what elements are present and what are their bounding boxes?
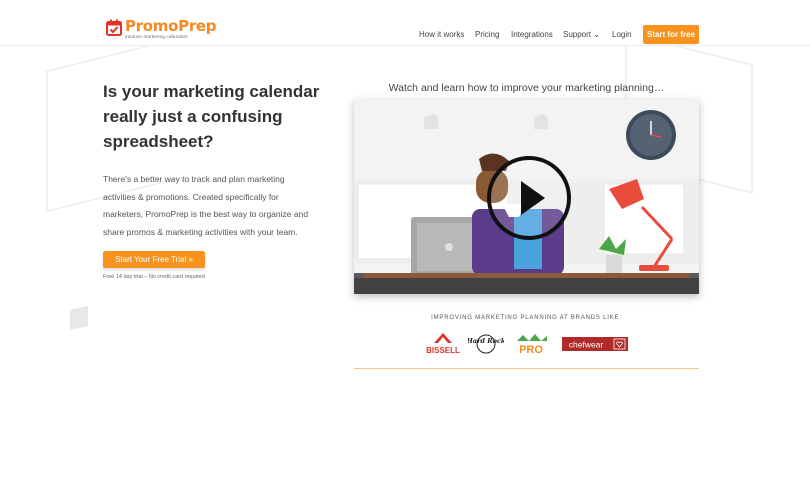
pro-logo: PRO bbox=[517, 334, 547, 356]
hard-rock-logo: Hard Rock bbox=[468, 334, 504, 354]
hero-title: Is your marketing calendar really just a… bbox=[103, 79, 343, 154]
chefwear-logo: chefwear bbox=[562, 337, 628, 351]
pro-logo-text: PRO bbox=[519, 344, 543, 356]
hero-description-line: share promos & marketing activities with… bbox=[103, 227, 298, 238]
nav-pricing[interactable]: Pricing bbox=[475, 30, 499, 39]
hero-description-line: activities & promotions. Created specifi… bbox=[103, 191, 279, 202]
clock-icon bbox=[626, 110, 676, 160]
site-header: PromoPrep intuitive marketing calendars … bbox=[0, 0, 810, 46]
video-player[interactable] bbox=[354, 99, 699, 294]
start-free-trial-button[interactable]: Start Your Free Trial » bbox=[103, 251, 205, 268]
bissell-logo: BISSELL bbox=[426, 333, 460, 355]
video-thumbnail bbox=[354, 99, 699, 294]
brand-logos: BISSELL Hard Rock PRO chefwear bbox=[420, 331, 635, 357]
nav-how-it-works[interactable]: How it works bbox=[419, 30, 464, 39]
hard-rock-logo-text: Hard Rock bbox=[468, 337, 504, 345]
nav-support[interactable]: Support ⌄ bbox=[563, 30, 600, 39]
play-icon bbox=[487, 156, 571, 240]
nav-integrations[interactable]: Integrations bbox=[511, 30, 553, 39]
hero-description: There's a better way to track and plan m… bbox=[103, 171, 329, 242]
chefwear-logo-text: chefwear bbox=[569, 340, 604, 350]
bissell-logo-text: BISSELL bbox=[426, 346, 460, 355]
section-divider bbox=[354, 368, 699, 369]
hero-title-line: spreadsheet? bbox=[103, 132, 214, 151]
hero-title-line: Is your marketing calendar bbox=[103, 82, 320, 101]
trial-note: Free 14 day trial – No credit card requi… bbox=[103, 274, 205, 280]
background-shape bbox=[70, 306, 88, 330]
start-for-free-button[interactable]: Start for free bbox=[643, 25, 699, 44]
hero-description-line: There's a better way to track and plan m… bbox=[103, 174, 285, 184]
hero-description-line: marketers, PromoPrep is the best way to … bbox=[103, 209, 309, 220]
hero-title-line: really just a confusing bbox=[103, 107, 283, 126]
brands-label: IMPROVING MARKETING PLANNING AT BRANDS L… bbox=[431, 315, 622, 321]
nav-login[interactable]: Login bbox=[612, 30, 632, 39]
video-caption: Watch and learn how to improve your mark… bbox=[388, 82, 665, 94]
